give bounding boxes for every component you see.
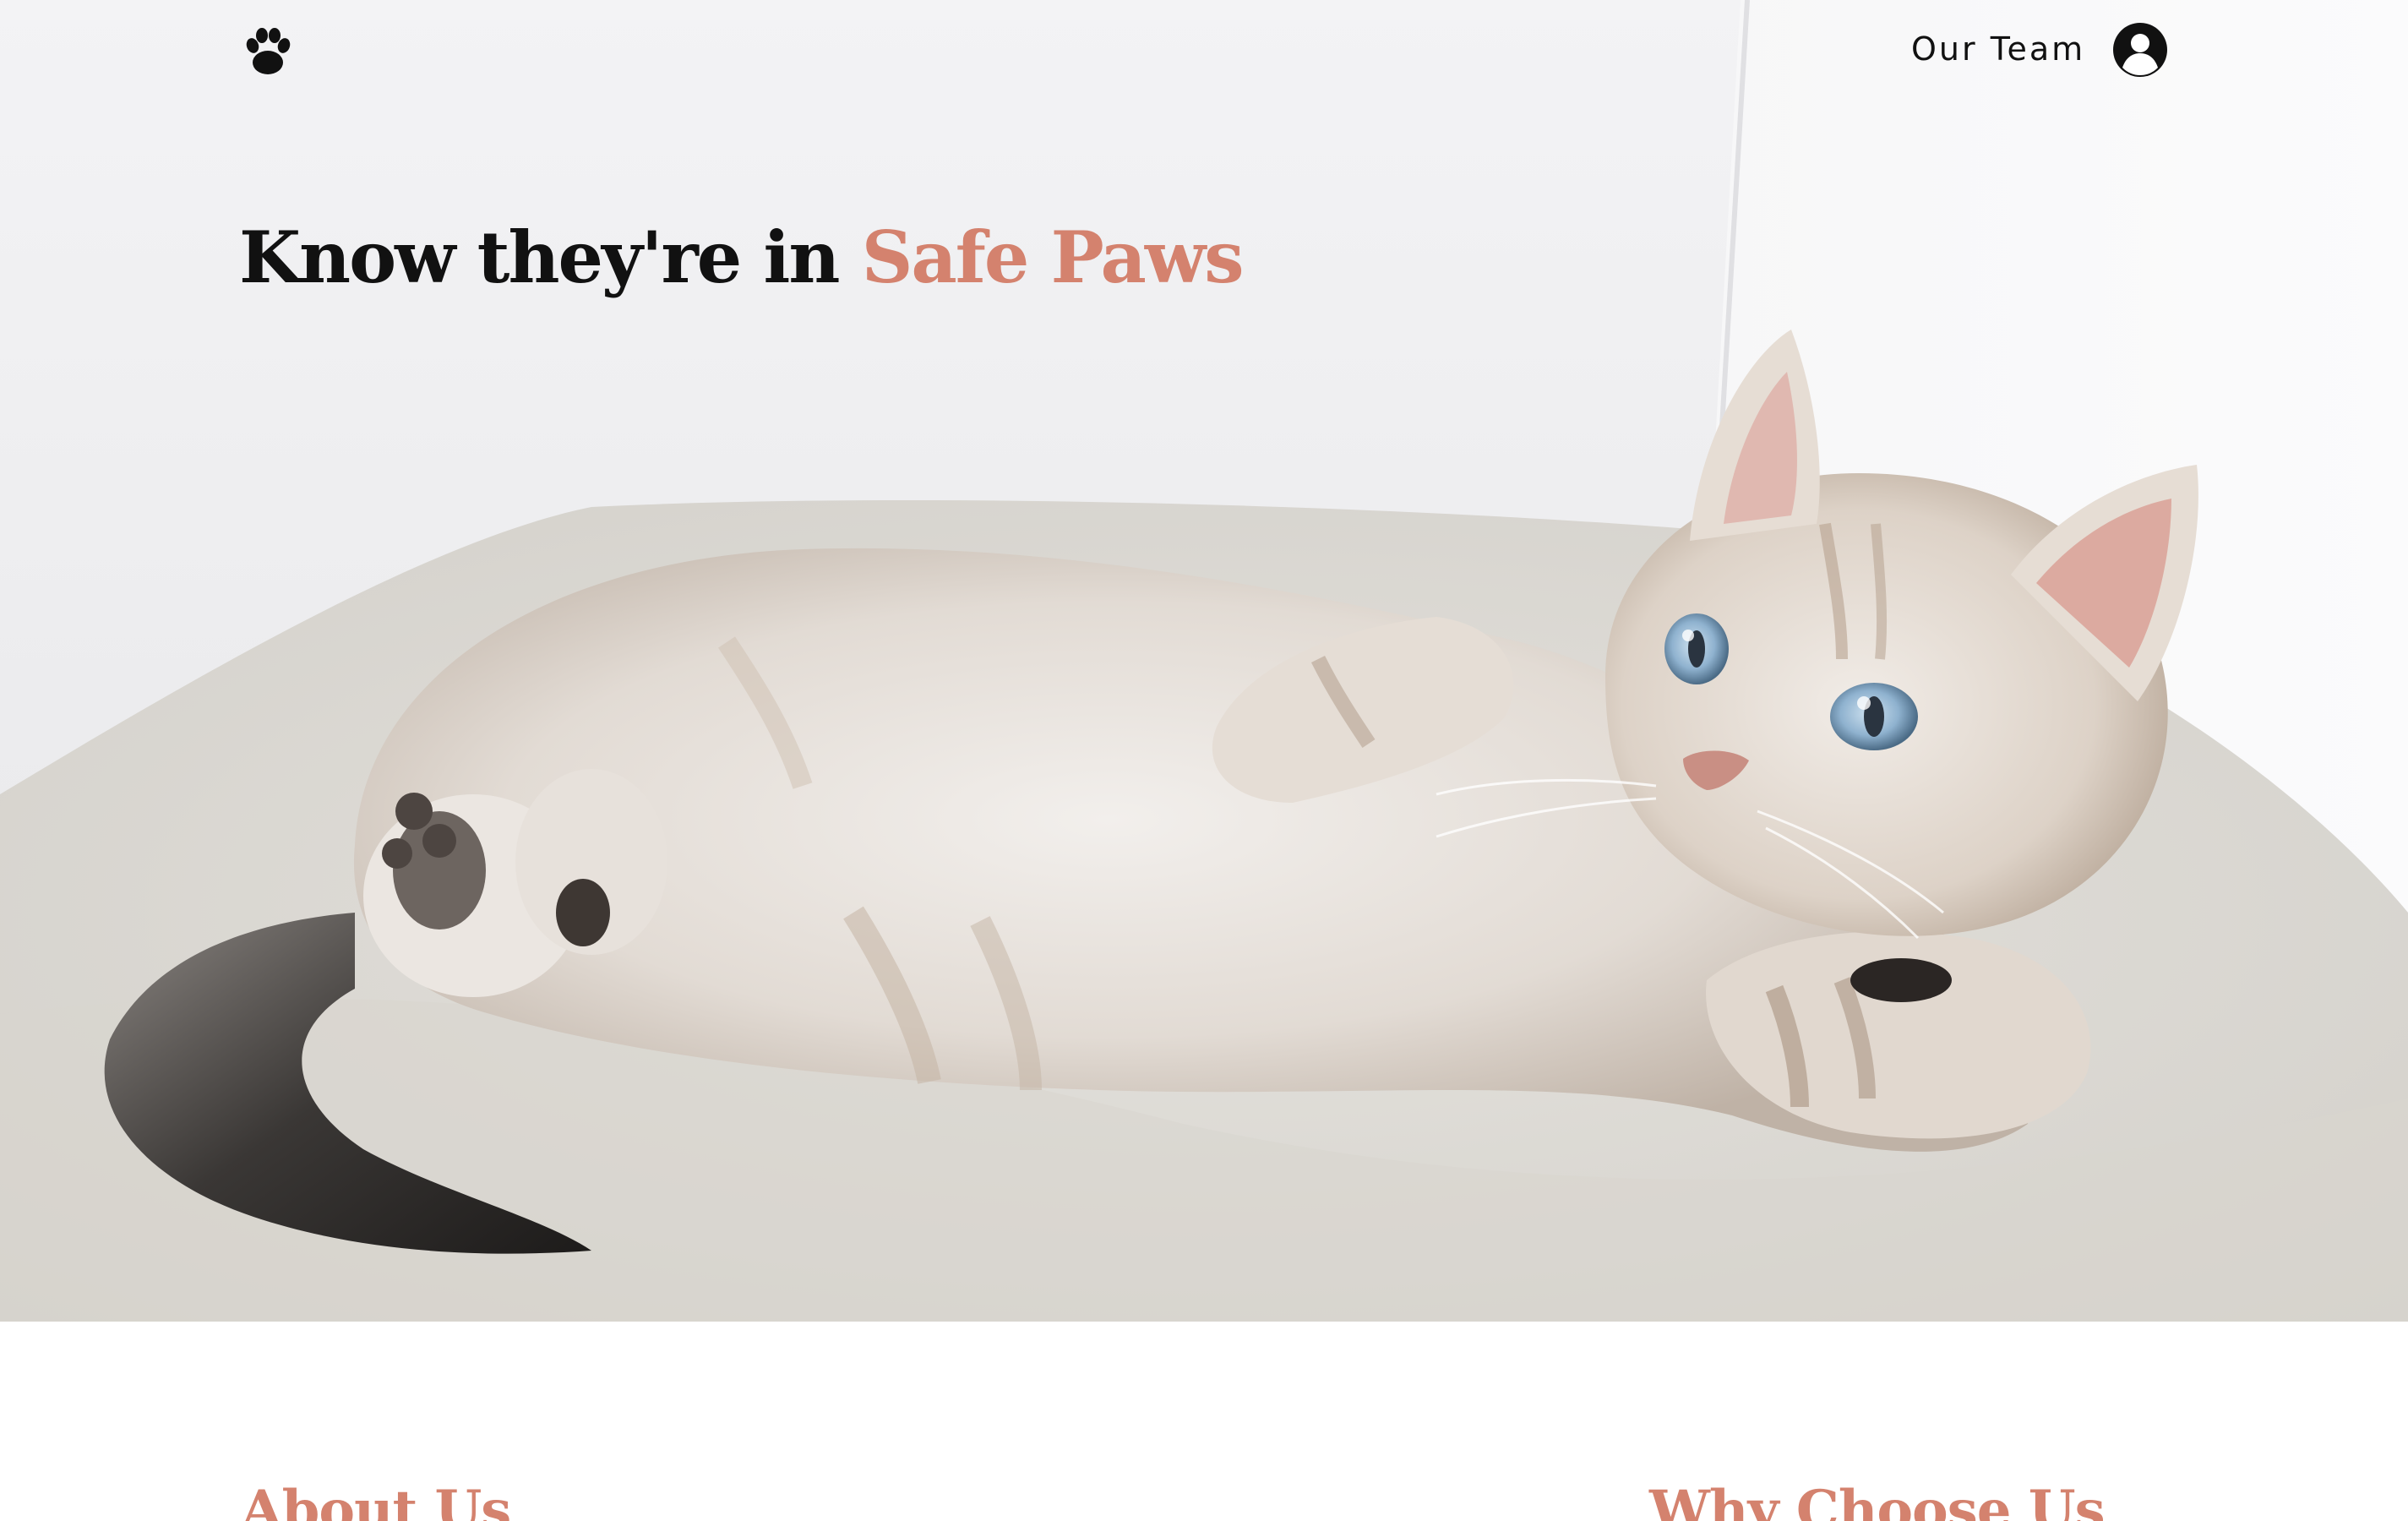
nav-link-our-team[interactable]: Our Team	[1911, 30, 2085, 68]
why-choose-us-heading: Why Choose Us	[1649, 1479, 2106, 1521]
hero-headline: Know they're in Safe Paws	[239, 215, 1245, 299]
about-us-heading: About Us	[241, 1479, 511, 1521]
hero-kitten-image	[0, 0, 2408, 1322]
hero-headline-main: Know they're in	[239, 215, 862, 299]
paw-logo-icon[interactable]	[239, 24, 297, 78]
top-nav: Our Team	[0, 0, 2408, 110]
hero-section: Our Team Know they're in Safe Paws	[0, 0, 2408, 1322]
user-circle-icon[interactable]	[2112, 22, 2168, 78]
page: Our Team Know they're in Safe Paws About…	[0, 0, 2408, 1521]
hero-headline-accent: Safe Paws	[861, 215, 1245, 299]
